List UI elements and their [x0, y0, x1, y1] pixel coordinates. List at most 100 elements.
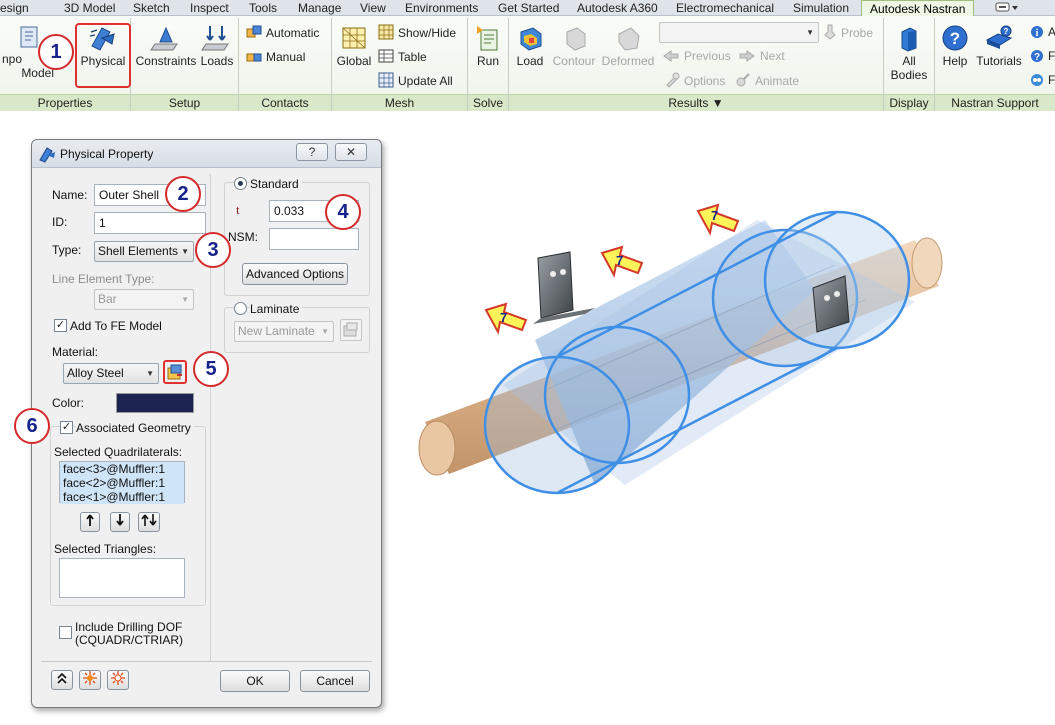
tab-autodesk-nastran[interactable]: Autodesk Nastran [861, 0, 975, 17]
global-mesh-button[interactable]: Global [334, 24, 374, 68]
list-item[interactable]: face<2>@Muffler:1 [60, 476, 184, 490]
show-hide-mesh-icon [378, 24, 394, 40]
laminate-editor-button[interactable] [340, 319, 362, 341]
update-all-mesh-button[interactable]: Update All [378, 72, 453, 88]
contour-icon [566, 27, 586, 51]
mesh-table-button[interactable]: Table [378, 48, 427, 64]
callout-4: 4 [325, 194, 361, 230]
next-button[interactable]: Next [738, 48, 785, 64]
name-label: Name: [52, 188, 88, 202]
sunburst-outline-icon [111, 671, 125, 685]
laminate-radio[interactable] [234, 302, 247, 315]
nsm-input[interactable] [269, 228, 359, 250]
support-help-button[interactable]: ? F [1030, 48, 1055, 64]
callout-2: 2 [165, 176, 201, 212]
dialog-close-button[interactable]: ✕ [335, 143, 367, 161]
all-bodies-button[interactable]: All Bodies [886, 24, 932, 82]
tab-tools[interactable]: Tools [249, 0, 277, 16]
line-element-type-label: Line Element Type: [52, 272, 155, 286]
update-all-icon [378, 72, 394, 88]
laminate-select[interactable]: New Laminate ▼ [234, 321, 334, 342]
move-up-button[interactable] [80, 512, 100, 532]
reverse-order-button[interactable] [138, 512, 160, 532]
selected-triangles-label: Selected Triangles: [54, 542, 157, 556]
tab-sketch[interactable]: Sketch [133, 0, 170, 16]
manual-contacts-button[interactable]: Manual [246, 48, 305, 64]
pipe-end-left [418, 420, 456, 476]
tab-simulation[interactable]: Simulation [793, 0, 849, 16]
help-button[interactable]: ? Help [937, 24, 973, 68]
tutorials-button[interactable]: ? Tutorials [974, 24, 1024, 68]
help-icon: ? [942, 25, 968, 51]
group-label-results[interactable]: Results ▼ [509, 94, 883, 111]
selection-arrow-2-label: 7 [616, 253, 624, 268]
tab-autodesk-a360[interactable]: Autodesk A360 [577, 0, 658, 16]
standard-radio[interactable] [234, 177, 247, 190]
options-button[interactable]: Options [664, 72, 725, 88]
animate-icon [736, 73, 750, 87]
support-forum-button[interactable]: F [1030, 72, 1055, 88]
physical-property-icon [39, 147, 55, 163]
material-select[interactable]: Alloy Steel ▼ [63, 363, 159, 384]
bracket-left [537, 251, 574, 319]
list-item[interactable]: face<1>@Muffler:1 [60, 490, 184, 504]
contour-button[interactable]: Contour [550, 24, 598, 68]
tab-inspect[interactable]: Inspect [190, 0, 229, 16]
associated-geometry-checkbox[interactable]: ✓ [60, 421, 73, 434]
ok-button[interactable]: OK [220, 670, 290, 692]
color-label: Color: [52, 396, 85, 410]
tab-3d-model[interactable]: 3D Model [64, 0, 115, 16]
color-swatch[interactable] [116, 393, 194, 413]
animate-button[interactable]: Animate [735, 72, 799, 88]
probe-button[interactable]: Probe [823, 24, 873, 40]
tab-environments[interactable]: Environments [405, 0, 478, 16]
list-item[interactable]: face<3>@Muffler:1 [60, 462, 184, 476]
advanced-options-button[interactable]: Advanced Options [242, 263, 348, 285]
clear-highlight-button[interactable] [107, 670, 129, 690]
loads-button[interactable]: Loads [197, 24, 237, 68]
callout-1: 1 [38, 34, 74, 70]
constraints-button[interactable]: Constraints [135, 24, 197, 68]
selection-arrow-3 [696, 203, 740, 236]
add-to-fe-model-checkbox[interactable]: ✓ [54, 319, 67, 332]
tab-design[interactable]: esign [0, 0, 29, 16]
include-drilling-dof-checkbox[interactable] [59, 626, 72, 639]
tab-get-started[interactable]: Get Started [498, 0, 559, 16]
type-select[interactable]: Shell Elements ▼ [94, 241, 194, 262]
support-info-button[interactable]: iA [1030, 24, 1055, 40]
run-icon [477, 26, 498, 51]
highlight-button[interactable] [79, 670, 101, 690]
tab-view[interactable]: View [360, 0, 386, 16]
load-results-button[interactable]: Load [512, 24, 548, 68]
run-button[interactable]: Run [470, 24, 506, 68]
panel-toggle-icon[interactable] [995, 1, 1019, 17]
quadrilaterals-list[interactable]: face<3>@Muffler:1 face<2>@Muffler:1 face… [59, 461, 185, 504]
laminate-editor-icon [343, 322, 358, 337]
show-hide-mesh-button[interactable]: Show/Hide [378, 24, 456, 40]
tab-manage[interactable]: Manage [298, 0, 341, 16]
automatic-contacts-button[interactable]: Automatic [246, 24, 319, 40]
dialog-help-button[interactable]: ? [296, 143, 328, 161]
tab-electromechanical[interactable]: Electromechanical [676, 0, 774, 16]
material-library-button[interactable] [163, 360, 187, 384]
triangles-list[interactable] [59, 558, 185, 598]
line-element-type-select[interactable]: Bar ▼ [94, 289, 194, 310]
loads-icon [201, 26, 229, 51]
results-select-dropdown[interactable]: ▼ [659, 22, 819, 43]
table-icon [378, 49, 394, 63]
group-label-solve: Solve [468, 94, 508, 111]
svg-text:?: ? [1004, 27, 1009, 36]
move-down-button[interactable] [110, 512, 130, 532]
id-input[interactable]: 1 [94, 212, 206, 234]
collapse-button[interactable] [51, 670, 73, 690]
dialog-titlebar[interactable]: Physical Property ? ✕ [32, 140, 381, 168]
selection-arrow-3-label: 7 [711, 208, 719, 223]
shell-end-cap-left[interactable] [483, 355, 631, 495]
cancel-button[interactable]: Cancel [300, 670, 370, 692]
deformed-button[interactable]: Deformed [600, 24, 656, 68]
global-mesh-icon [342, 27, 366, 49]
include-drilling-dof-label: Include Drilling DOF (CQUADR/CTRIAR) [75, 620, 183, 647]
ribbon-tab-bar: esign 3D Model Sketch Inspect Tools Mana… [0, 0, 1055, 17]
previous-button[interactable]: Previous [662, 48, 731, 64]
dialog-title: Physical Property [60, 147, 154, 161]
